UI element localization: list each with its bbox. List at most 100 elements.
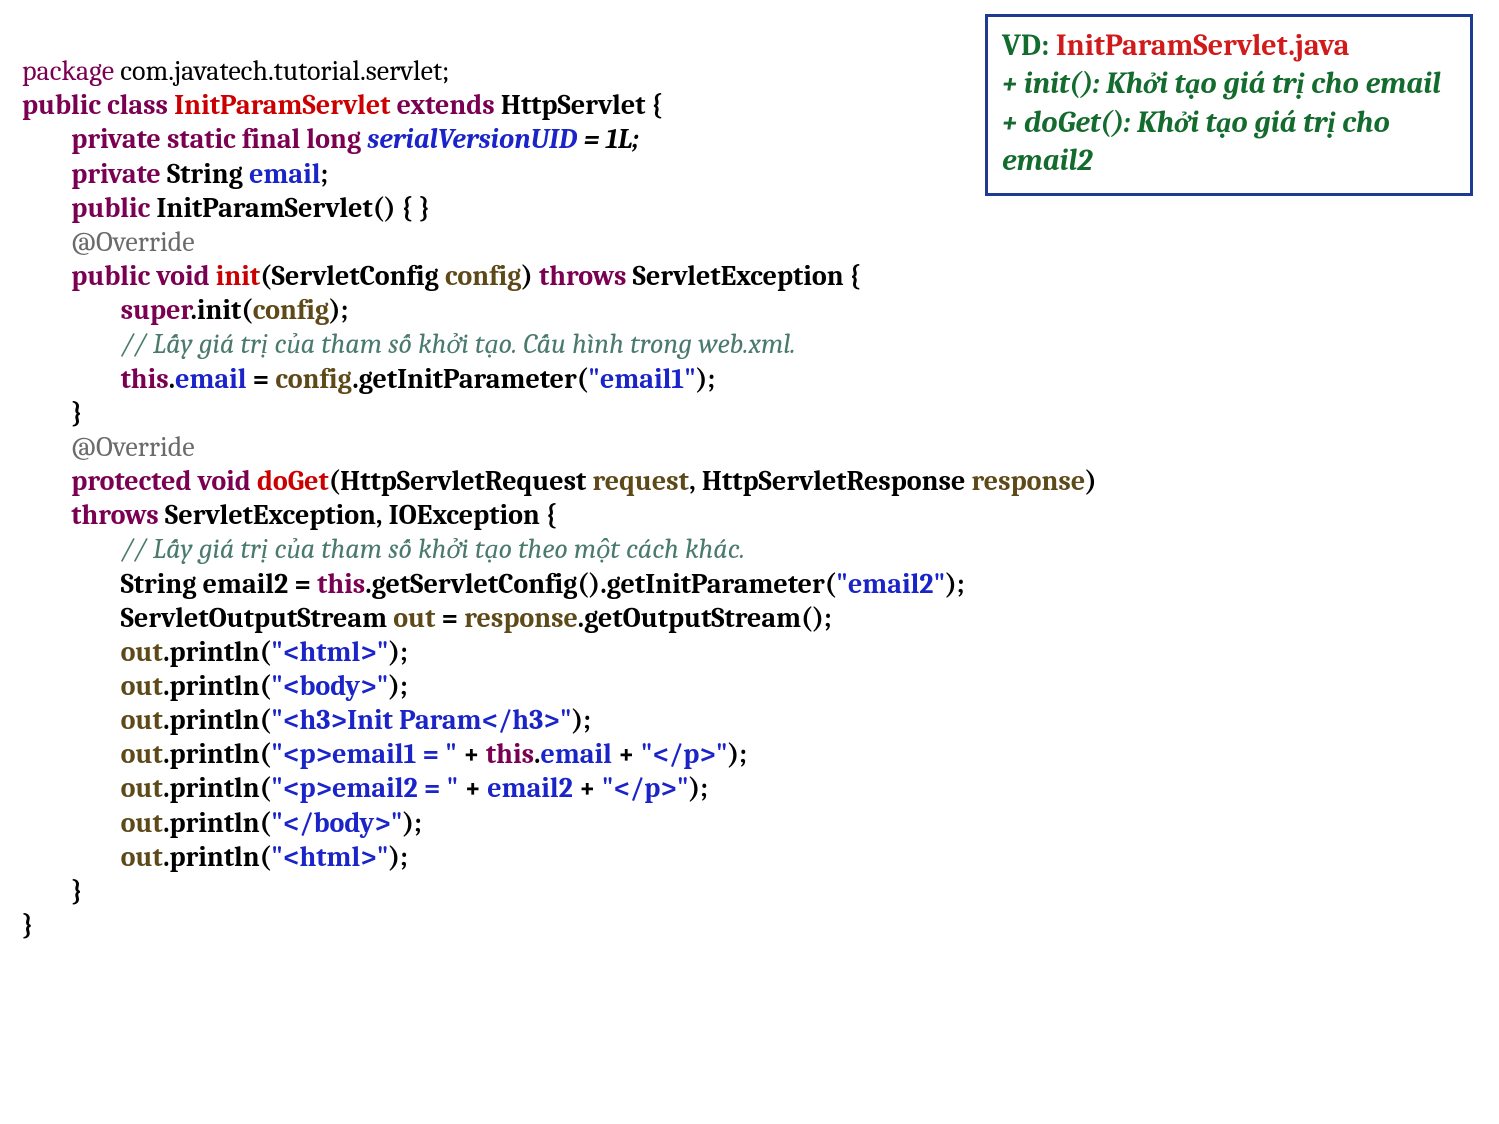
- kw-public: public: [22, 89, 101, 121]
- param-request: request: [592, 465, 689, 497]
- code-line-04: private String email;: [22, 158, 328, 190]
- comment-2: // Lấy giá trị của tham số khởi tạo theo…: [121, 533, 745, 565]
- ctor: InitParamServlet() { }: [156, 192, 429, 224]
- var-out: out: [121, 636, 164, 668]
- call-println: .println(: [163, 738, 271, 770]
- params-mid: , HttpServletResponse: [689, 465, 971, 497]
- code-line-19: out.println("<body>");: [22, 670, 408, 702]
- string-literal: "</body>": [271, 807, 403, 839]
- call-init: .init(: [190, 294, 252, 326]
- class-name: InitParamServlet: [174, 89, 390, 121]
- code-line-06: @Override: [22, 226, 195, 258]
- code-line-10: this.email = config.getInitParameter("em…: [22, 363, 715, 395]
- eq: =: [435, 602, 464, 634]
- var-out: out: [121, 670, 164, 702]
- code-line-05: public InitParamServlet() { }: [22, 192, 430, 224]
- kw-throws: throws: [539, 260, 626, 292]
- kw-extends: extends: [397, 89, 495, 121]
- kw-long: long: [306, 123, 361, 155]
- code-line-09: // Lấy giá trị của tham số khởi tạo. Cấu…: [22, 328, 796, 360]
- callout-note-2: + doGet(): Khởi tạo giá trị cho email2: [1002, 104, 1456, 181]
- code-line-20: out.println("<h3>Init Param</h3>");: [22, 704, 591, 736]
- method-init: init: [216, 260, 260, 292]
- decl-email2: String email2 =: [121, 568, 318, 600]
- params-close: ): [1085, 465, 1096, 497]
- call-end: );: [945, 568, 964, 600]
- call-println: .println(: [163, 841, 271, 873]
- code-line-23: out.println("</body>");: [22, 807, 422, 839]
- kw-package: package: [22, 55, 114, 87]
- call-end: );: [728, 738, 747, 770]
- call-end: );: [389, 841, 408, 873]
- throws-types: ServletException, IOException {: [159, 499, 557, 531]
- params-open: (ServletConfig: [260, 260, 445, 292]
- pkg-path: com.javatech.tutorial.servlet;: [114, 55, 449, 87]
- semicolon: ;: [320, 158, 328, 190]
- call-println: .println(: [163, 636, 271, 668]
- plus: +: [612, 738, 641, 770]
- kw-static: static: [167, 123, 236, 155]
- code-line-15: // Lấy giá trị của tham số khởi tạo theo…: [22, 533, 745, 565]
- callout-box: VD: InitParamServlet.java + init(): Khởi…: [985, 14, 1473, 196]
- param-config: config: [445, 260, 521, 292]
- kw-throws: throws: [71, 499, 158, 531]
- anno-override: @Override: [71, 226, 194, 258]
- field-suid: serialVersionUID: [367, 123, 577, 155]
- param-response: response: [972, 465, 1086, 497]
- var-out: out: [393, 602, 435, 634]
- code-line-22: out.println("<p>email2 = " + email2 + "<…: [22, 772, 708, 804]
- string-literal: "<body>": [271, 670, 388, 702]
- string-literal: "<p>email1 = ": [271, 738, 457, 770]
- brace-close: }: [71, 397, 82, 429]
- call-println: .println(: [163, 670, 271, 702]
- brace-close: }: [71, 875, 82, 907]
- kw-void: void: [198, 465, 251, 497]
- kw-final: final: [242, 123, 300, 155]
- slide: VD: InitParamServlet.java + init(): Khởi…: [0, 0, 1499, 1124]
- call-println: .println(: [163, 807, 271, 839]
- code-line-01: package com.javatech.tutorial.servlet;: [22, 55, 449, 87]
- string-literal: "</p>": [602, 772, 689, 804]
- kw-void: void: [156, 260, 209, 292]
- plus: +: [457, 738, 486, 770]
- var-out: out: [121, 841, 164, 873]
- kw-this: this: [317, 568, 365, 600]
- call-end: );: [572, 704, 591, 736]
- callout-title-line: VD: InitParamServlet.java: [1002, 27, 1456, 65]
- kw-super: super: [121, 294, 191, 326]
- kw-protected: protected: [71, 465, 191, 497]
- code-line-13: protected void doGet(HttpServletRequest …: [22, 465, 1097, 497]
- brace-close: }: [22, 909, 33, 941]
- arg-config: config: [253, 294, 329, 326]
- var-email2: email2: [487, 772, 573, 804]
- call-end: );: [388, 670, 407, 702]
- var-out: out: [121, 772, 164, 804]
- params-open: (HttpServletRequest: [329, 465, 593, 497]
- kw-this: this: [486, 738, 534, 770]
- plus: +: [573, 772, 602, 804]
- comment-1: // Lấy giá trị của tham số khởi tạo. Cấu…: [121, 328, 796, 360]
- type-sos: ServletOutputStream: [121, 602, 394, 634]
- callout-note-1: + init(): Khởi tạo giá trị cho email: [1002, 65, 1456, 103]
- code-line-08: super.init(config);: [22, 294, 348, 326]
- callout-filename: InitParamServlet.java: [1056, 28, 1350, 63]
- string-literal: "</p>": [641, 738, 728, 770]
- var-out: out: [121, 807, 164, 839]
- field-email: email: [175, 363, 246, 395]
- var-out: out: [121, 738, 164, 770]
- kw-private: private: [71, 123, 161, 155]
- code-line-14: throws ServletException, IOException {: [22, 499, 557, 531]
- string-literal: "<h3>Init Param</h3>": [271, 704, 572, 736]
- code-line-16: String email2 = this.getServletConfig().…: [22, 568, 965, 600]
- code-line-17: ServletOutputStream out = response.getOu…: [22, 602, 832, 634]
- anno-override: @Override: [71, 431, 194, 463]
- call-end: );: [389, 636, 408, 668]
- call-getos: .getOutputStream();: [578, 602, 832, 634]
- callout-vd: VD:: [1002, 28, 1049, 63]
- throws-type: ServletException {: [626, 260, 860, 292]
- string-literal: "<html>": [271, 841, 388, 873]
- code-line-18: out.println("<html>");: [22, 636, 408, 668]
- code-line-03: private static final long serialVersionU…: [22, 123, 639, 155]
- kw-class: class: [107, 89, 168, 121]
- field-email: email: [540, 738, 611, 770]
